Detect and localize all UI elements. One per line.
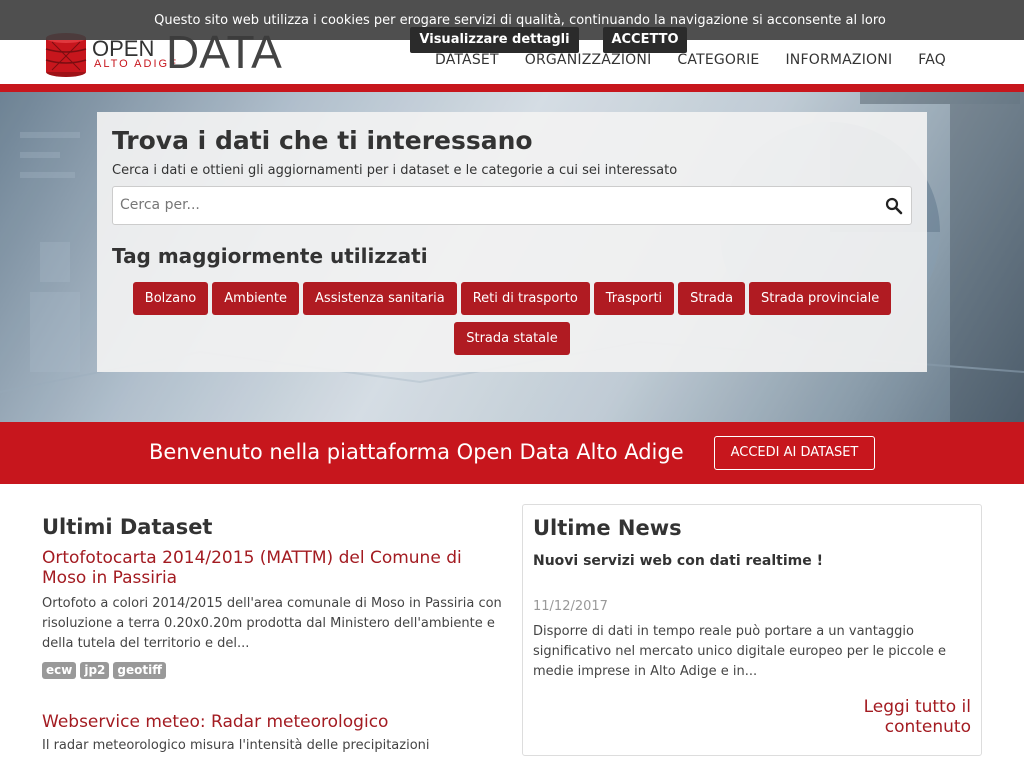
datasets-title: Ultimi Dataset: [42, 515, 213, 539]
welcome-text: Benvenuto nella piattaforma Open Data Al…: [149, 440, 684, 464]
nav-informazioni[interactable]: INFORMAZIONI: [785, 52, 892, 68]
search-title: Trova i dati che ti interessano: [112, 126, 533, 155]
tag-strada-statale[interactable]: Strada statale: [454, 322, 570, 355]
cookie-details-button[interactable]: Visualizzare dettagli: [410, 27, 579, 53]
latest-news: Ultime News Nuovi servizi web con dati r…: [522, 504, 982, 756]
dataset-item: Webservice meteo: Radar meteorologico Il…: [42, 712, 502, 756]
dataset-formats: ecw jp2 geotiff: [42, 662, 502, 679]
format-badge-ecw[interactable]: ecw: [42, 662, 77, 679]
read-more-link[interactable]: Leggi tutto il contenuto: [831, 697, 971, 737]
news-body: Disporre di dati in tempo reale può port…: [533, 624, 947, 679]
dataset-title-link[interactable]: Webservice meteo: Radar meteorologico: [42, 712, 502, 732]
tag-assistenza-sanitaria[interactable]: Assistenza sanitaria: [303, 282, 457, 315]
dataset-item: Ortofotocarta 2014/2015 (MATTM) del Comu…: [42, 548, 502, 679]
search-box: [112, 186, 912, 225]
news-headline[interactable]: Nuovi servizi web con dati realtime !: [533, 553, 971, 569]
hero-section: Trova i dati che ti interessano Cerca i …: [0, 92, 1024, 422]
nav-dataset[interactable]: DATASET: [435, 52, 499, 68]
tag-strada-provinciale[interactable]: Strada provinciale: [749, 282, 892, 315]
dataset-description: Ortofoto a colori 2014/2015 dell'area co…: [42, 596, 502, 651]
tag-list: Bolzano Ambiente Assistenza sanitaria Re…: [112, 282, 912, 355]
main-nav: DATASET ORGANIZZAZIONI CATEGORIE INFORMA…: [435, 52, 946, 68]
news-title: Ultime News: [533, 516, 682, 540]
tag-reti-di-trasporto[interactable]: Reti di trasporto: [460, 282, 590, 315]
tag-bolzano[interactable]: Bolzano: [132, 282, 209, 315]
nav-organizzazioni[interactable]: ORGANIZZAZIONI: [525, 52, 652, 68]
access-datasets-button[interactable]: ACCEDI AI DATASET: [714, 436, 875, 470]
nav-categorie[interactable]: CATEGORIE: [677, 52, 759, 68]
search-input[interactable]: [113, 187, 873, 223]
tag-ambiente[interactable]: Ambiente: [212, 282, 300, 315]
nav-faq[interactable]: FAQ: [918, 52, 946, 68]
cookie-accept-button[interactable]: ACCETTO: [603, 27, 687, 53]
news-date: 11/12/2017: [533, 599, 608, 614]
welcome-band: Benvenuto nella piattaforma Open Data Al…: [0, 422, 1024, 484]
format-badge-jp2[interactable]: jp2: [80, 662, 110, 679]
dataset-description: Il radar meteorologico misura l'intensit…: [42, 738, 430, 753]
tag-trasporti[interactable]: Trasporti: [593, 282, 675, 315]
format-badge-geotiff[interactable]: geotiff: [113, 662, 166, 679]
dataset-title-link[interactable]: Ortofotocarta 2014/2015 (MATTM) del Comu…: [42, 548, 502, 588]
tags-title: Tag maggiormente utilizzati: [112, 244, 428, 268]
latest-datasets: Ultimi Dataset Ortofotocarta 2014/2015 (…: [42, 514, 502, 756]
search-icon[interactable]: [885, 197, 903, 215]
tag-strada[interactable]: Strada: [678, 282, 746, 315]
search-subtitle: Cerca i dati e ottieni gli aggiornamenti…: [112, 163, 678, 178]
header-divider: [0, 84, 1024, 92]
search-panel: Trova i dati che ti interessano Cerca i …: [97, 112, 927, 372]
